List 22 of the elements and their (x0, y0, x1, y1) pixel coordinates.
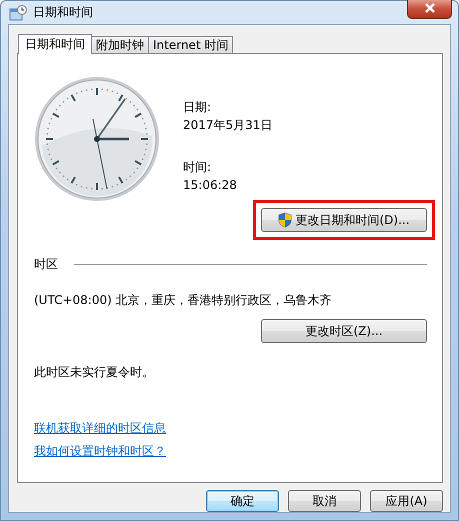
change-date-time-button[interactable]: 更改日期和时间(D)... (261, 208, 427, 232)
timezone-text: (UTC+08:00) 北京，重庆，香港特别行政区，乌鲁木齐 (34, 292, 333, 309)
close-icon (424, 3, 436, 13)
tab[interactable]: 日期和时间 (18, 34, 92, 54)
help-link[interactable]: 联机获取详细的时区信息 (34, 420, 166, 437)
section-heading: 时区 (34, 256, 58, 273)
shield-icon (278, 212, 292, 228)
tab[interactable]: Internet 时间 (148, 36, 234, 53)
time-value: 15:06:28 (183, 177, 238, 194)
close-button[interactable] (407, 0, 452, 18)
date-label: 日期: (183, 99, 212, 116)
tab[interactable]: 附加时钟 (91, 36, 149, 53)
change-timezone-button[interactable]: 更改时区(Z)... (261, 319, 427, 343)
time-label: 时间: (183, 159, 212, 176)
date-value: 2017年5月31日 (183, 117, 272, 134)
dst-note: 此时区未实行夏令时。 (34, 364, 155, 381)
help-link[interactable]: 我如何设置时钟和时区？ (34, 443, 166, 460)
dialog-button[interactable]: 应用(A) (370, 490, 443, 512)
window-title: 日期和时间 (33, 4, 94, 21)
calendar-clock-icon (9, 4, 27, 20)
dialog-button[interactable]: 确定 (206, 490, 279, 512)
dialog-button[interactable]: 取消 (288, 490, 361, 512)
